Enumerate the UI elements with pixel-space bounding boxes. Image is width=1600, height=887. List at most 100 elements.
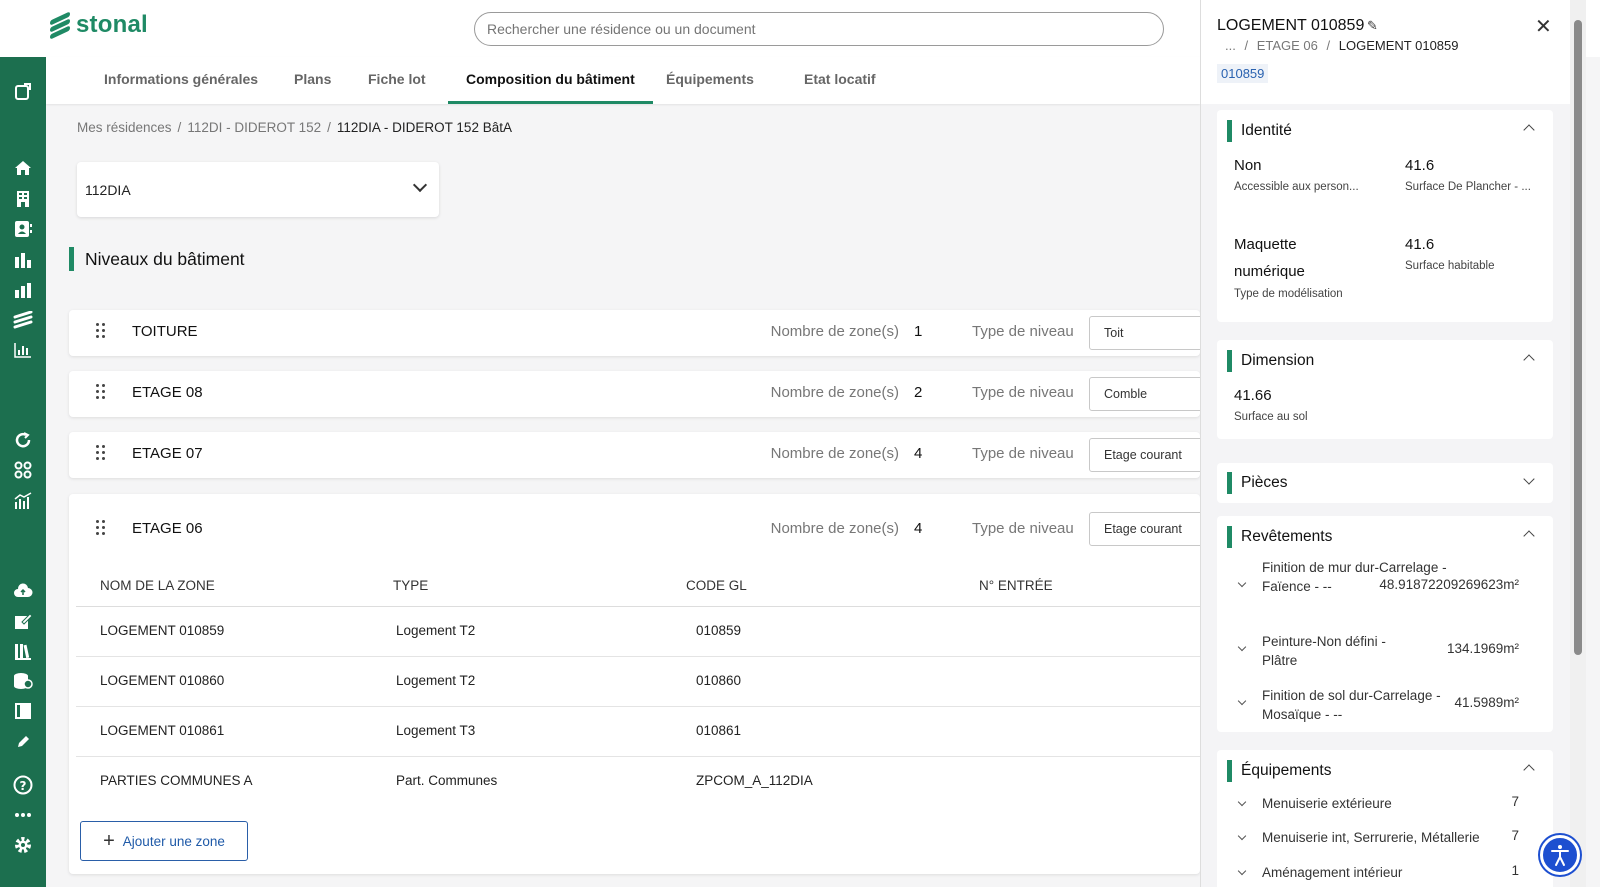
dimension-title: Dimension	[1227, 350, 1314, 372]
zone-type: Part. Communes	[396, 773, 498, 788]
refresh-icon[interactable]	[12, 429, 34, 451]
accessibility-icon[interactable]	[1540, 835, 1580, 875]
trend-chart-icon[interactable]	[12, 490, 34, 512]
stonal-logo[interactable]: stonal	[48, 10, 148, 40]
revetement-item[interactable]: Peinture-Non défini - Plâtre 134.1969m²	[1217, 632, 1553, 672]
revetement-label: Peinture-Non défini - Plâtre	[1262, 634, 1386, 668]
table-row[interactable]: LOGEMENT 010859 Logement T2 010859	[76, 607, 1200, 657]
chevron-down-icon	[1237, 866, 1247, 876]
bar-chart-alt-icon[interactable]	[12, 279, 34, 301]
chevron-down-icon[interactable]	[1523, 473, 1535, 485]
identite-value: 41.6	[1405, 157, 1435, 174]
tab-etat-locatif[interactable]: Etat locatif	[786, 57, 894, 104]
drag-handle-icon[interactable]	[96, 520, 106, 536]
zone-name: LOGEMENT 010859	[100, 623, 225, 638]
chevron-up-icon[interactable]	[1523, 124, 1535, 136]
detail-panel-header: LOGEMENT 010859 ✎ ✕ ... / ETAGE 06 / LOG…	[1201, 0, 1570, 104]
stonal-logo-icon	[48, 10, 72, 40]
breadcrumb-current: 112DIA - DIDEROT 152 BâtA	[336, 120, 512, 135]
layout-icon[interactable]	[12, 700, 34, 722]
drag-handle-icon[interactable]	[96, 445, 106, 461]
edit-document-icon[interactable]	[12, 610, 34, 632]
tab-equipements[interactable]: Équipements	[648, 57, 772, 104]
chevron-up-icon[interactable]	[1523, 764, 1535, 776]
table-row[interactable]: PARTIES COMMUNES A Part. Communes ZPCOM_…	[76, 757, 1200, 807]
revetement-value: 48.91872209269623m²	[1379, 577, 1519, 592]
help-icon[interactable]: ?	[12, 774, 34, 796]
column-header: N° ENTRÉE	[979, 578, 1053, 593]
panel-crumb-prefix[interactable]: ...	[1225, 38, 1236, 53]
zone-table: NOM DE LA ZONE TYPE CODE GL N° ENTRÉE LO…	[76, 566, 1200, 807]
zone-code-gl: 010861	[696, 723, 742, 738]
zones-count-value: 4	[914, 520, 923, 537]
zone-code-gl: ZPCOM_A_112DIA	[696, 773, 813, 788]
scrollbar-thumb[interactable]	[1574, 20, 1582, 655]
pen-icon[interactable]	[12, 731, 34, 753]
cloud-upload-icon[interactable]	[12, 580, 34, 602]
equipement-item[interactable]: Aménagement intérieur 1	[1217, 863, 1553, 885]
level-name: TOITURE	[132, 323, 198, 340]
contact-card-icon[interactable]	[12, 218, 34, 240]
panel-crumb-level[interactable]: ETAGE 06	[1257, 38, 1318, 53]
revetements-card: Revêtements Finition de mur dur-Carrelag…	[1217, 516, 1553, 732]
revetement-label: Finition de sol dur-Carrelage - Mosaïque…	[1262, 688, 1441, 722]
building-select-value: 112DIA	[85, 181, 131, 198]
section-title-niveaux: Niveaux du bâtiment	[69, 247, 245, 271]
bar-chart-icon[interactable]	[12, 249, 34, 271]
database-icon[interactable]	[12, 670, 34, 692]
zones-count-value: 4	[914, 445, 923, 462]
level-card[interactable]: ETAGE 07 Nombre de zone(s) 4 Type de niv…	[69, 432, 1269, 478]
building-select[interactable]: 112DIA	[77, 162, 439, 217]
chevron-up-icon[interactable]	[1523, 354, 1535, 366]
equipement-item[interactable]: Menuiserie int, Serrurerie, Métallerie 7	[1217, 828, 1553, 850]
level-card[interactable]: TOITURE Nombre de zone(s) 1 Type de nive…	[69, 310, 1269, 356]
zone-name: LOGEMENT 010860	[100, 673, 225, 688]
revetement-item[interactable]: Finition de sol dur-Carrelage - Mosaïque…	[1217, 686, 1553, 726]
column-header: TYPE	[393, 578, 429, 593]
identite-title: Identité	[1227, 120, 1292, 142]
tab-bar: Informations générales Plans Fiche lot C…	[46, 57, 1200, 104]
zone-name: LOGEMENT 010861	[100, 723, 225, 738]
search-input[interactable]	[474, 12, 1164, 46]
chevron-up-icon[interactable]	[1523, 530, 1535, 542]
tab-plans[interactable]: Plans	[276, 57, 349, 104]
tab-composition-du-batiment[interactable]: Composition du bâtiment	[448, 57, 653, 104]
breadcrumb-item-residence[interactable]: 112DI - DIDEROT 152	[187, 120, 321, 135]
tab-fiche-lot[interactable]: Fiche lot	[350, 57, 444, 104]
stonal-icon[interactable]	[12, 309, 34, 331]
equipement-item[interactable]: Menuiserie extérieure 7	[1217, 794, 1553, 816]
settings-icon[interactable]	[12, 834, 34, 856]
library-icon[interactable]	[12, 640, 34, 662]
add-zone-button[interactable]: + Ajouter une zone	[80, 821, 248, 861]
revetement-item[interactable]: Finition de mur dur-Carrelage - Faïence …	[1217, 558, 1553, 618]
chevron-down-icon	[1237, 797, 1247, 807]
pieces-card[interactable]: Pièces	[1217, 463, 1553, 503]
exit-icon[interactable]	[12, 81, 34, 103]
panel-breadcrumb: ... / ETAGE 06 / LOGEMENT 010859	[1225, 38, 1459, 53]
zones-count-label: Nombre de zone(s)	[770, 384, 899, 401]
revetement-value: 41.5989m²	[1454, 695, 1519, 710]
more-icon[interactable]	[12, 804, 34, 826]
home-icon[interactable]	[12, 157, 34, 179]
breadcrumb-item-residences[interactable]: Mes résidences	[77, 120, 172, 135]
svg-text:?: ?	[20, 779, 27, 793]
level-card[interactable]: ETAGE 08 Nombre de zone(s) 2 Type de niv…	[69, 371, 1269, 417]
drag-handle-icon[interactable]	[96, 323, 106, 339]
close-icon[interactable]: ✕	[1535, 14, 1552, 39]
building-icon[interactable]	[12, 188, 34, 210]
plus-icon: +	[103, 830, 115, 852]
equipements-title: Équipements	[1227, 760, 1331, 782]
level-name: ETAGE 07	[132, 445, 203, 462]
identite-label: Accessible aux person...	[1234, 181, 1359, 193]
grid-icon[interactable]	[12, 459, 34, 481]
table-row[interactable]: LOGEMENT 010860 Logement T2 010860	[76, 657, 1200, 707]
analytics-icon[interactable]	[12, 339, 34, 361]
edit-pencil-icon[interactable]: ✎	[1367, 18, 1378, 34]
equipement-count: 1	[1511, 863, 1519, 878]
identite-label: Surface De Plancher - ...	[1405, 181, 1531, 193]
tab-informations-generales[interactable]: Informations générales	[86, 57, 276, 104]
level-type-label: Type de niveau	[972, 520, 1074, 537]
table-row[interactable]: LOGEMENT 010861 Logement T3 010861	[76, 707, 1200, 757]
detail-panel: LOGEMENT 010859 ✎ ✕ ... / ETAGE 06 / LOG…	[1200, 0, 1570, 887]
drag-handle-icon[interactable]	[96, 384, 106, 400]
